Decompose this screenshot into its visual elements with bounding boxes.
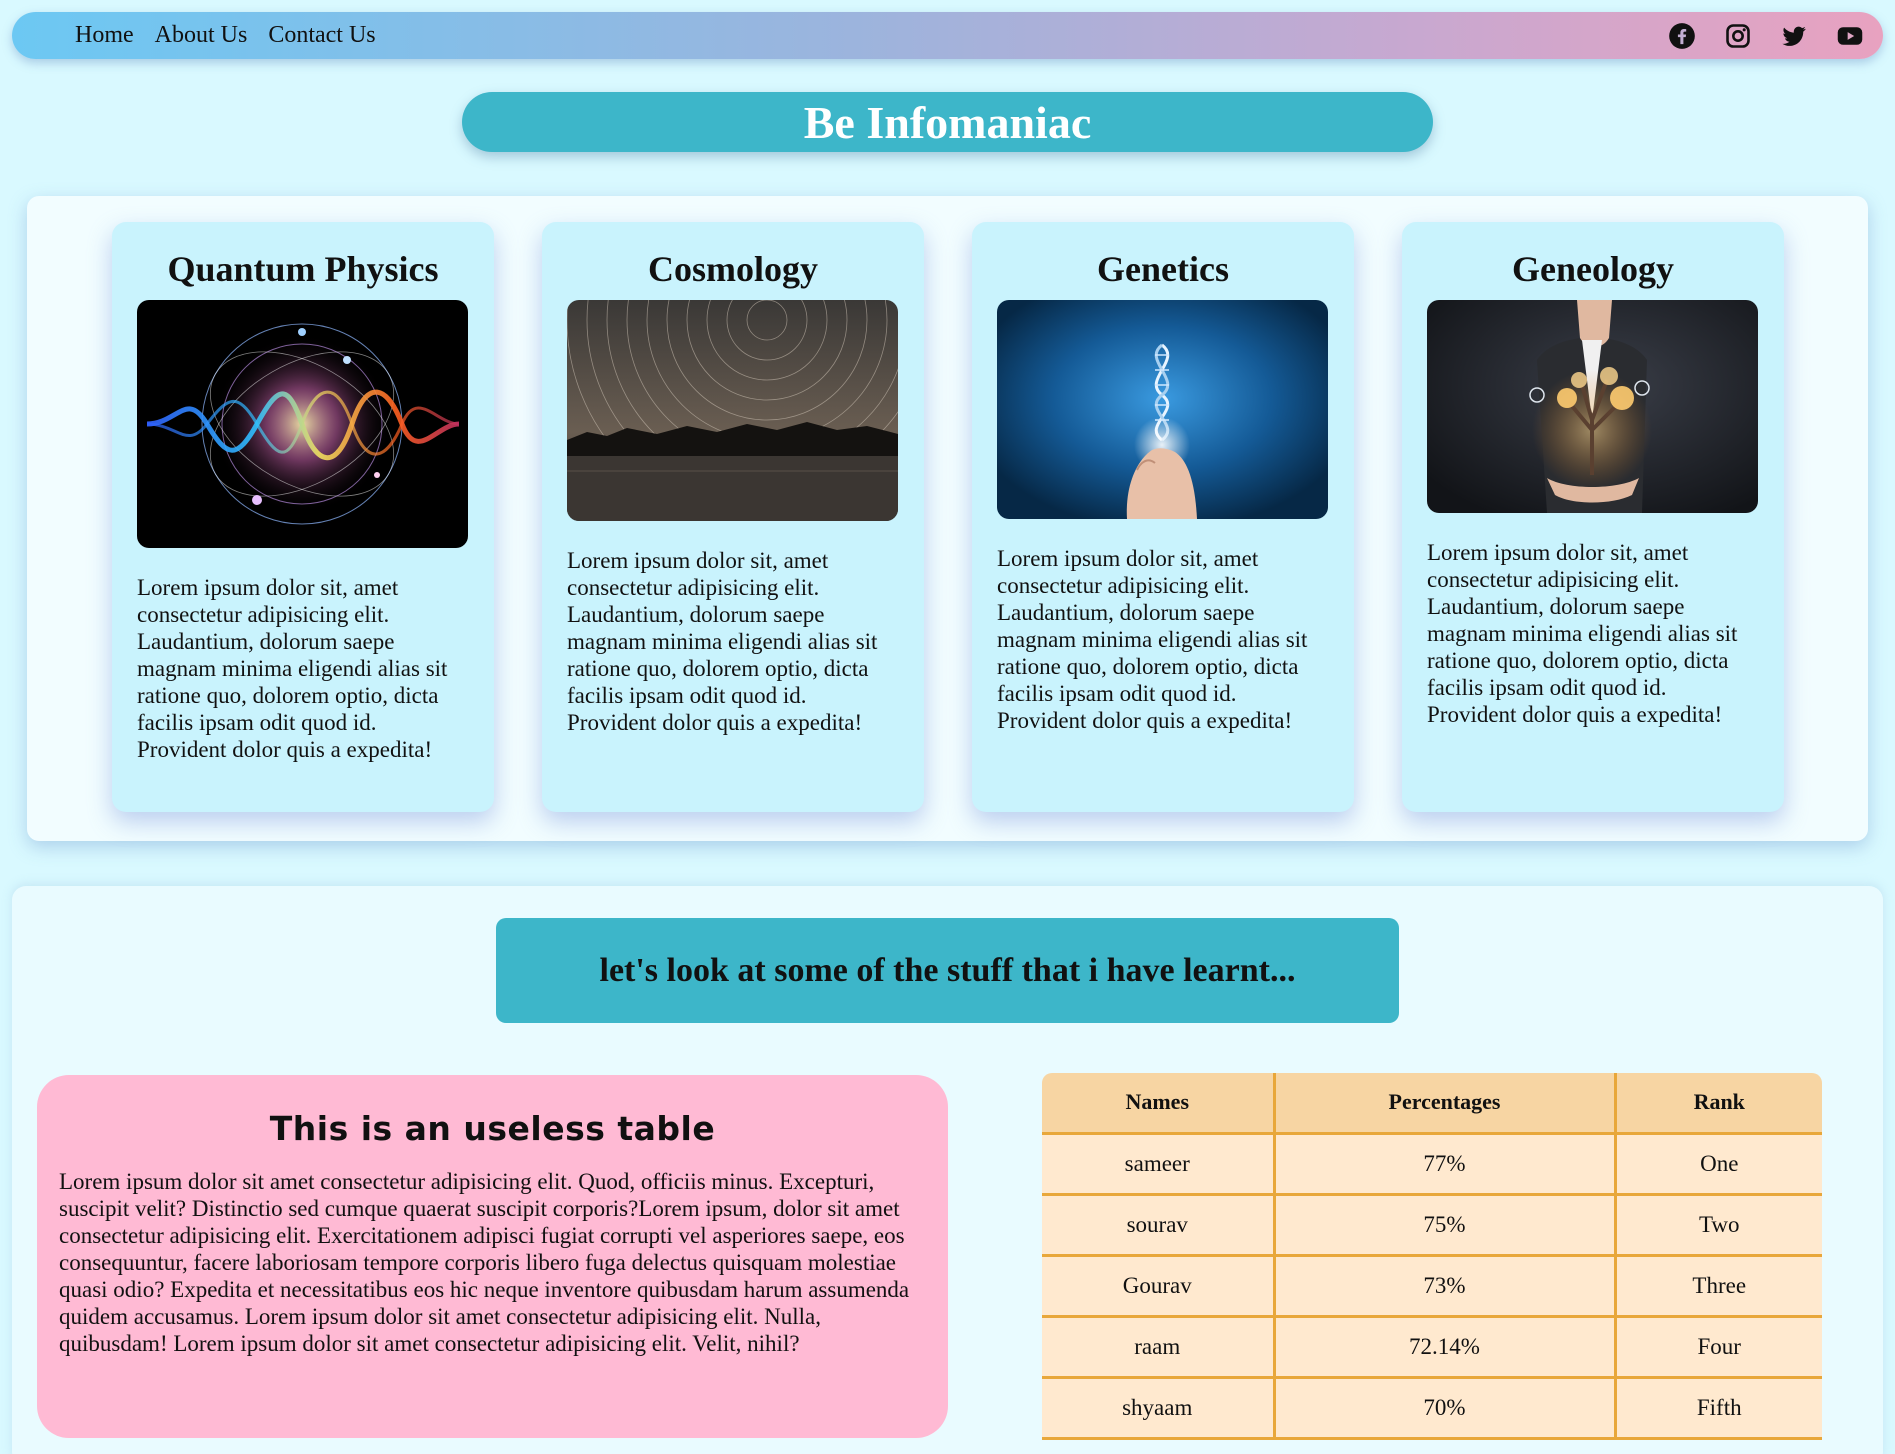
cell-percentage: 70%: [1274, 1377, 1617, 1440]
cell-name: raam: [1042, 1316, 1276, 1379]
cell-percentage: 72.14%: [1274, 1316, 1617, 1379]
card-text: Lorem ipsum dolor sit, amet consectetur …: [137, 575, 448, 762]
info-box-title: This is an useless table: [269, 1109, 716, 1148]
cell-name: sameer: [1042, 1133, 1276, 1196]
card-text: Lorem ipsum dolor sit, amet consectetur …: [567, 548, 878, 735]
cosmology-image: [567, 300, 898, 521]
cell-name: shyaam: [1042, 1377, 1276, 1440]
cell-rank: Three: [1615, 1255, 1822, 1318]
cell-name: sourav: [1042, 1194, 1276, 1257]
geneology-image: [1427, 300, 1758, 513]
column-header-rank: Rank: [1615, 1073, 1822, 1135]
learnt-section: let's look at some of the stuff that i h…: [12, 886, 1883, 1454]
cell-rank: Four: [1615, 1316, 1822, 1379]
topic-card-geneology: Geneology Lorem ipsum dolor sit, amet co…: [1402, 222, 1784, 812]
table-row: raam 72.14% Four: [1042, 1316, 1822, 1379]
learnt-heading: let's look at some of the stuff that i h…: [599, 951, 1296, 989]
topic-card-cosmology: Cosmology Lorem ipsum dolor sit, amet co…: [542, 222, 924, 812]
nav-links: Home About Us Contact Us: [75, 22, 376, 49]
table-header-row: Names Percentages Rank: [1042, 1073, 1822, 1135]
cell-rank: Two: [1615, 1194, 1822, 1257]
site-title: Be Infomaniac: [803, 96, 1092, 148]
cell-rank: One: [1615, 1133, 1822, 1196]
column-header-names: Names: [1042, 1073, 1276, 1135]
youtube-icon[interactable]: [1835, 21, 1865, 51]
cell-percentage: 75%: [1274, 1194, 1617, 1257]
table-row: sourav 75% Two: [1042, 1194, 1822, 1257]
cell-name: Gourav: [1042, 1255, 1276, 1318]
ranking-table: Names Percentages Rank sameer 77% One so…: [1042, 1073, 1822, 1440]
facebook-icon[interactable]: [1667, 21, 1697, 51]
table-row: sameer 77% One: [1042, 1133, 1822, 1196]
cell-percentage: 73%: [1274, 1255, 1617, 1318]
table-row: Gourav 73% Three: [1042, 1255, 1822, 1318]
info-box-text: Lorem ipsum dolor sit amet consectetur a…: [59, 1169, 910, 1356]
quantum-physics-image: [137, 300, 468, 548]
topics-panel: Quantum Physics Lorem ipsum dolor sit, a…: [27, 196, 1868, 841]
nav-contact-link[interactable]: Contact Us: [268, 22, 375, 49]
social-links: [1667, 21, 1865, 51]
card-text: Lorem ipsum dolor sit, amet consectetur …: [997, 546, 1308, 733]
learnt-banner: let's look at some of the stuff that i h…: [496, 918, 1399, 1023]
card-title: Genetics: [1097, 249, 1229, 289]
genetics-image: [997, 300, 1328, 519]
cell-rank: Fifth: [1615, 1377, 1822, 1440]
card-title: Quantum Physics: [167, 249, 439, 289]
table-row: shyaam 70% Fifth: [1042, 1377, 1822, 1440]
topic-card-genetics: Genetics Lorem ipsum dolor sit, amet con…: [972, 222, 1354, 812]
navbar: Home About Us Contact Us: [12, 12, 1883, 59]
card-text: Lorem ipsum dolor sit, amet consectetur …: [1427, 540, 1738, 727]
twitter-icon[interactable]: [1779, 21, 1809, 51]
cell-percentage: 77%: [1274, 1133, 1617, 1196]
instagram-icon[interactable]: [1723, 21, 1753, 51]
nav-home-link[interactable]: Home: [75, 22, 134, 49]
card-title: Geneology: [1512, 249, 1674, 289]
site-title-banner: Be Infomaniac: [462, 92, 1433, 152]
card-title: Cosmology: [648, 249, 818, 289]
useless-table-info-box: This is an useless table Lorem ipsum dol…: [37, 1075, 948, 1438]
column-header-percentages: Percentages: [1274, 1073, 1617, 1135]
nav-about-link[interactable]: About Us: [155, 22, 248, 49]
topic-card-quantum-physics: Quantum Physics Lorem ipsum dolor sit, a…: [112, 222, 494, 812]
